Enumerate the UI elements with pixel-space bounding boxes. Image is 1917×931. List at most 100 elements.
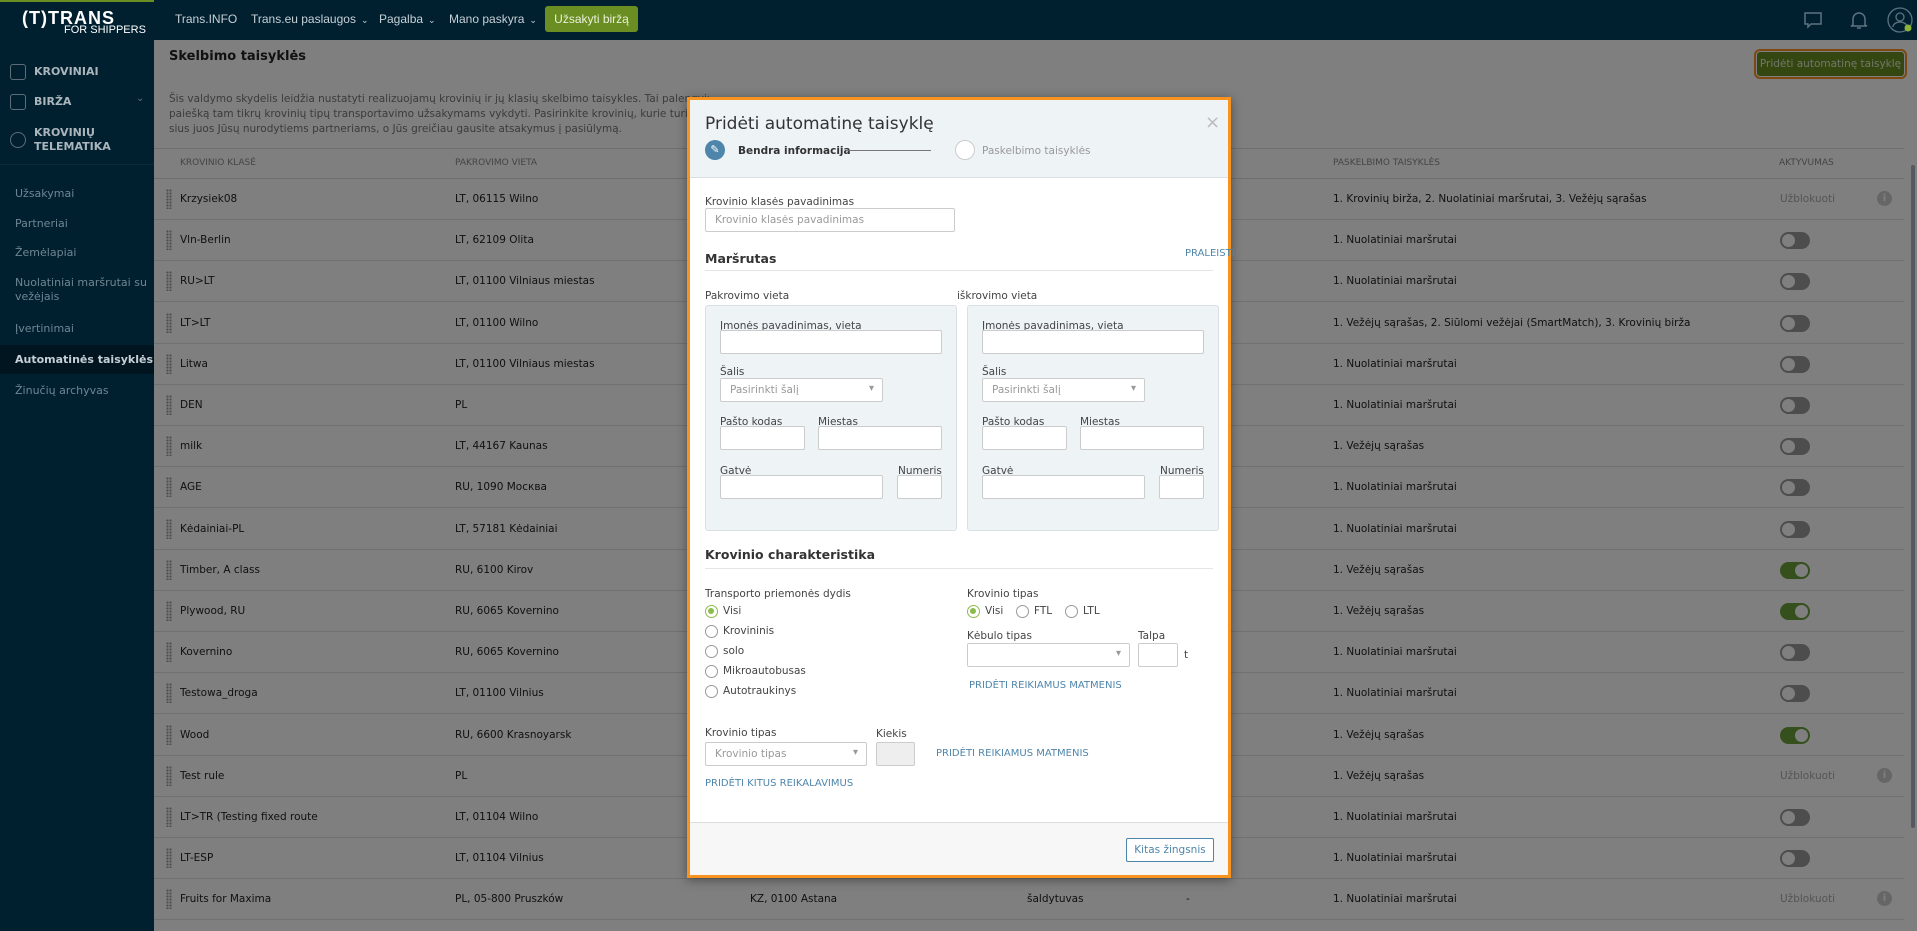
chat-icon[interactable] — [1801, 8, 1825, 32]
cargo-type-label: Krovinio tipas — [967, 588, 1039, 600]
sidebar-item-maps[interactable]: Žemėlapiai — [0, 246, 154, 259]
radio-label: solo — [723, 645, 745, 657]
accent-line — [0, 0, 154, 2]
nav-label: Trans.eu paslaugos — [251, 12, 356, 26]
add-rule-modal: Pridėti automatinę taisyklę × ✎ Bendra i… — [687, 97, 1235, 878]
route-section-title: Maršrutas — [705, 251, 777, 266]
close-icon[interactable]: × — [1205, 112, 1220, 133]
quantity-label: Kiekis — [876, 728, 907, 740]
sidebar-item-partners[interactable]: Partneriai — [0, 217, 154, 230]
class-name-input[interactable]: Krovinio klasės pavadinimas — [705, 208, 955, 232]
sidebar-item-automatic-rules[interactable]: Automatinės taisyklės — [0, 345, 154, 374]
loading-company-input[interactable] — [720, 330, 942, 354]
body-type-select[interactable] — [967, 643, 1130, 667]
radio-label: LTL — [1083, 605, 1100, 617]
modal-title: Pridėti automatinę taisyklę — [705, 114, 934, 134]
divider — [705, 568, 1213, 569]
country-label: Šalis — [982, 366, 1007, 378]
sidebar-telematics[interactable]: KROVINIŲ — [34, 126, 95, 139]
modal-header: Pridėti automatinę taisyklę × ✎ Bendra i… — [690, 100, 1228, 178]
skip-link[interactable]: PRALEISTI — [1185, 248, 1235, 259]
modal-footer: Kitas žingsnis — [690, 822, 1228, 875]
sidebar-exchange[interactable]: BIRŽA — [34, 95, 71, 108]
vehicle-size-radio[interactable] — [705, 685, 718, 698]
sidebar-item-fixed-routes-2[interactable]: vežėjais — [0, 290, 154, 303]
radio-label: FTL — [1034, 605, 1053, 617]
loading-postcode-input[interactable] — [720, 426, 805, 450]
cargo-type-radio-ltl[interactable] — [1065, 605, 1078, 618]
sidebar-item-orders[interactable]: Užsakymai — [0, 187, 154, 200]
nav-trans-info[interactable]: Trans.INFO — [175, 12, 237, 26]
chevron-down-icon: ⌄ — [360, 15, 369, 25]
pencil-icon: ✎ — [705, 140, 725, 160]
vehicle-size-radio[interactable] — [705, 605, 718, 618]
cargo-type-radio-ftl[interactable] — [1016, 605, 1029, 618]
loading-place-panel: Įmonės pavadinimas, vieta Šalis Pasirink… — [705, 305, 957, 531]
unloading-place-label: iškrovimo vieta — [957, 290, 1038, 302]
vehicle-size-radio[interactable] — [705, 665, 718, 678]
sidebar-telematics-2[interactable]: TELEMATIKA — [34, 140, 111, 153]
capacity-input[interactable] — [1138, 643, 1178, 667]
nav-label: Mano paskyra — [449, 12, 525, 26]
sidebar-item-message-archive[interactable]: Žinučių archyvas — [0, 384, 154, 397]
unloading-street-input[interactable] — [982, 475, 1145, 499]
divider — [705, 270, 1213, 271]
capacity-label: Talpa — [1138, 630, 1166, 642]
add-other-requirements-link[interactable]: PRIDĖTI KITUS REIKALAVIMUS — [705, 778, 853, 789]
radio-label: Visi — [723, 605, 742, 617]
loading-city-input[interactable] — [818, 426, 942, 450]
step-circle-icon — [955, 140, 975, 160]
class-name-label: Krovinio klasės pavadinimas — [705, 196, 855, 208]
vehicle-size-label: Transporto priemonės dydis — [705, 588, 851, 600]
order-exchange-button[interactable]: Užsakyti biržą — [545, 6, 638, 32]
nav-help[interactable]: Pagalba ⌄ — [379, 12, 436, 26]
satellite-icon — [10, 132, 26, 148]
loading-country-select[interactable]: Pasirinkti šalį — [720, 378, 883, 402]
cargo-kind-select[interactable]: Krovinio tipas — [705, 742, 867, 766]
unloading-country-select[interactable]: Pasirinkti šalį — [982, 378, 1145, 402]
step-publish-rules: Paskelbimo taisyklės — [982, 145, 1091, 157]
unloading-city-input[interactable] — [1080, 426, 1204, 450]
nav-label: Pagalba — [379, 12, 424, 26]
radio-label: Krovininis — [723, 625, 775, 637]
cargo-section-title: Krovinio charakteristika — [705, 547, 876, 562]
chevron-down-icon: ⌄ — [529, 15, 537, 25]
unloading-place-panel: Įmonės pavadinimas, vieta Šalis Pasirink… — [967, 305, 1219, 531]
next-step-button[interactable]: Kitas žingsnis — [1126, 838, 1214, 862]
radio-label: Autotraukinys — [723, 685, 797, 697]
bell-icon[interactable] — [1847, 8, 1871, 32]
radio-label: Mikroautobusas — [723, 665, 806, 677]
quantity-input[interactable] — [876, 742, 915, 766]
step-general-info: Bendra informacija — [738, 145, 851, 157]
cargo-kind-label: Krovinio tipas — [705, 727, 777, 739]
cargo-icon — [10, 64, 26, 80]
sidebar: KROVINIAI BIRŽA ⌄ KROVINIŲ TELEMATIKA Už… — [0, 40, 154, 931]
unloading-number-input[interactable] — [1159, 475, 1204, 499]
nav-label: Trans.INFO — [175, 12, 238, 26]
sidebar-cargo[interactable]: KROVINIAI — [34, 65, 99, 78]
add-dimensions-link[interactable]: PRIDĖTI REIKIAMUS MATMENIS — [969, 680, 1122, 691]
add-dimensions-link-2[interactable]: PRIDĖTI REIKIAMUS MATMENIS — [936, 748, 1089, 759]
radio-label: Visi — [985, 605, 1004, 617]
loading-street-input[interactable] — [720, 475, 883, 499]
step-connector — [846, 150, 931, 151]
nav-services[interactable]: Trans.eu paslaugos ⌄ — [251, 12, 369, 26]
sidebar-item-ratings[interactable]: Įvertinimai — [0, 322, 154, 335]
sidebar-item-fixed-routes[interactable]: Nuolatiniai maršrutai su — [0, 276, 154, 289]
chevron-down-icon: ⌄ — [428, 15, 436, 25]
loading-place-label: Pakrovimo vieta — [705, 290, 790, 302]
capacity-unit: t — [1184, 649, 1189, 661]
country-label: Šalis — [720, 366, 745, 378]
loading-number-input[interactable] — [897, 475, 942, 499]
unloading-company-input[interactable] — [982, 330, 1204, 354]
sidebar-divider — [0, 164, 154, 165]
box-icon — [10, 94, 26, 110]
chevron-down-icon[interactable]: ⌄ — [136, 93, 144, 104]
nav-account[interactable]: Mano paskyra ⌄ — [449, 12, 537, 26]
vehicle-size-radio[interactable] — [705, 645, 718, 658]
logo-subtitle: FOR SHIPPERS — [64, 24, 146, 36]
user-avatar-icon[interactable] — [1886, 6, 1914, 34]
vehicle-size-radio[interactable] — [705, 625, 718, 638]
unloading-postcode-input[interactable] — [982, 426, 1067, 450]
cargo-type-radio-all[interactable] — [967, 605, 980, 618]
